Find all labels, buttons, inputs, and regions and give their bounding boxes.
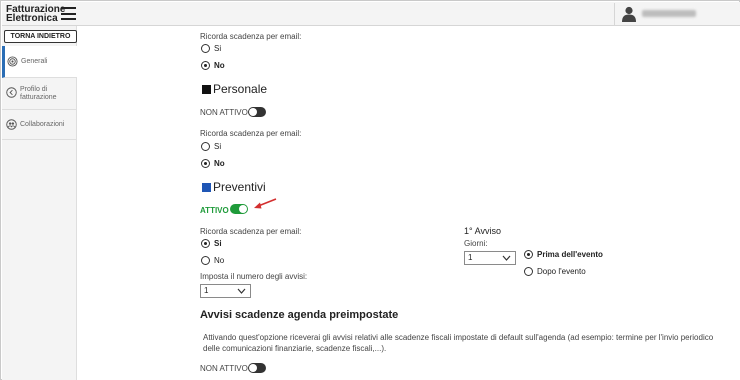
reminder-radio-si[interactable] xyxy=(201,44,210,53)
preventivi-radio-si[interactable] xyxy=(201,239,210,248)
personale-status: NON ATTIVO xyxy=(200,108,248,117)
avviso-days-value: 1 xyxy=(468,253,473,262)
reminder-radio-no-label: No xyxy=(214,61,225,70)
agenda-status: NON ATTIVO xyxy=(200,364,248,373)
reminder-question: Ricorda scadenza per email: xyxy=(200,32,302,41)
sidebar-item-generali[interactable]: Generali xyxy=(2,46,77,78)
preventivi-title: Preventivi xyxy=(213,180,266,194)
sidebar-item-label-line1: Profilo di xyxy=(20,86,48,93)
sidebar-item-label: Profilo di fatturazione xyxy=(20,86,57,102)
preventivi-radio-no[interactable] xyxy=(201,256,210,265)
preventivi-count-value: 1 xyxy=(204,286,209,295)
gear-icon xyxy=(7,56,18,67)
sidebar: TORNA INDIETRO Generali Profilo di fattu… xyxy=(2,26,77,380)
avviso-radio-prima[interactable] xyxy=(524,250,533,259)
personale-reminder-question: Ricorda scadenza per email: xyxy=(200,129,302,138)
preventivi-status: ATTIVO xyxy=(200,206,229,215)
agenda-description: Attivando quest'opzione riceverai gli av… xyxy=(203,333,714,353)
personale-radio-si[interactable] xyxy=(201,142,210,151)
personale-radio-si-label: Si xyxy=(214,142,222,151)
settings-panel: Ricorda scadenza per email: Si No Person… xyxy=(200,26,740,380)
reminder-radio-no[interactable] xyxy=(201,61,210,70)
avviso-radio-prima-label: Prima dell'evento xyxy=(537,250,603,259)
preventivi-count-label: Imposta il numero degli avvisi: xyxy=(200,272,308,281)
preventivi-radio-no-label: No xyxy=(214,256,225,265)
sidebar-item-label: Collaborazioni xyxy=(20,121,65,128)
agenda-toggle[interactable] xyxy=(248,363,266,373)
user-menu[interactable] xyxy=(614,3,740,25)
personale-color-swatch xyxy=(202,85,211,94)
app-title[interactable]: Fatturazione Elettronica xyxy=(6,5,65,24)
sidebar-item-profilo[interactable]: Profilo di fatturazione xyxy=(2,78,77,110)
avviso-title: 1° Avviso xyxy=(464,226,501,236)
avviso-days-label: Giorni: xyxy=(464,239,488,248)
avviso-radio-dopo-label: Dopo l'evento xyxy=(537,267,586,276)
chevron-down-icon xyxy=(502,255,511,261)
preventivi-toggle[interactable] xyxy=(230,204,248,214)
app-window: Fatturazione Elettronica TORNA INDIETRO … xyxy=(0,0,740,380)
personale-toggle[interactable] xyxy=(248,107,266,117)
sidebar-item-label-line2: fatturazione xyxy=(20,94,57,101)
personale-title: Personale xyxy=(213,82,268,96)
collaboration-icon xyxy=(6,119,17,130)
reminder-radio-si-label: Si xyxy=(214,44,222,53)
agenda-title: Avvisi scadenze agenda preimpostate xyxy=(200,309,399,321)
sidebar-item-label: Generali xyxy=(21,58,48,65)
preventivi-radio-si-label: Si xyxy=(214,239,222,248)
hamburger-menu-icon[interactable] xyxy=(61,7,76,20)
personale-radio-no-label: No xyxy=(214,159,225,168)
top-bar: Fatturazione Elettronica xyxy=(2,2,740,26)
user-name-blurred xyxy=(642,10,696,17)
preventivi-color-swatch xyxy=(202,183,211,192)
personale-radio-no[interactable] xyxy=(201,159,210,168)
app-title-line2: Elettronica xyxy=(6,13,58,24)
preventivi-count-select[interactable]: 1 xyxy=(200,284,251,298)
main-content: Ricorda scadenza per email: Si No Person… xyxy=(77,26,740,380)
chevron-down-icon xyxy=(237,288,246,294)
avviso-radio-dopo[interactable] xyxy=(524,267,533,276)
sidebar-item-collaborazioni[interactable]: Collaborazioni xyxy=(2,110,77,140)
avviso-days-select[interactable]: 1 xyxy=(464,251,516,265)
chevron-left-circle-icon xyxy=(6,87,17,98)
back-button[interactable]: TORNA INDIETRO xyxy=(4,30,77,43)
user-avatar-icon xyxy=(622,6,636,22)
annotation-arrow-icon xyxy=(254,198,277,209)
preventivi-reminder-question: Ricorda scadenza per email: xyxy=(200,227,302,236)
